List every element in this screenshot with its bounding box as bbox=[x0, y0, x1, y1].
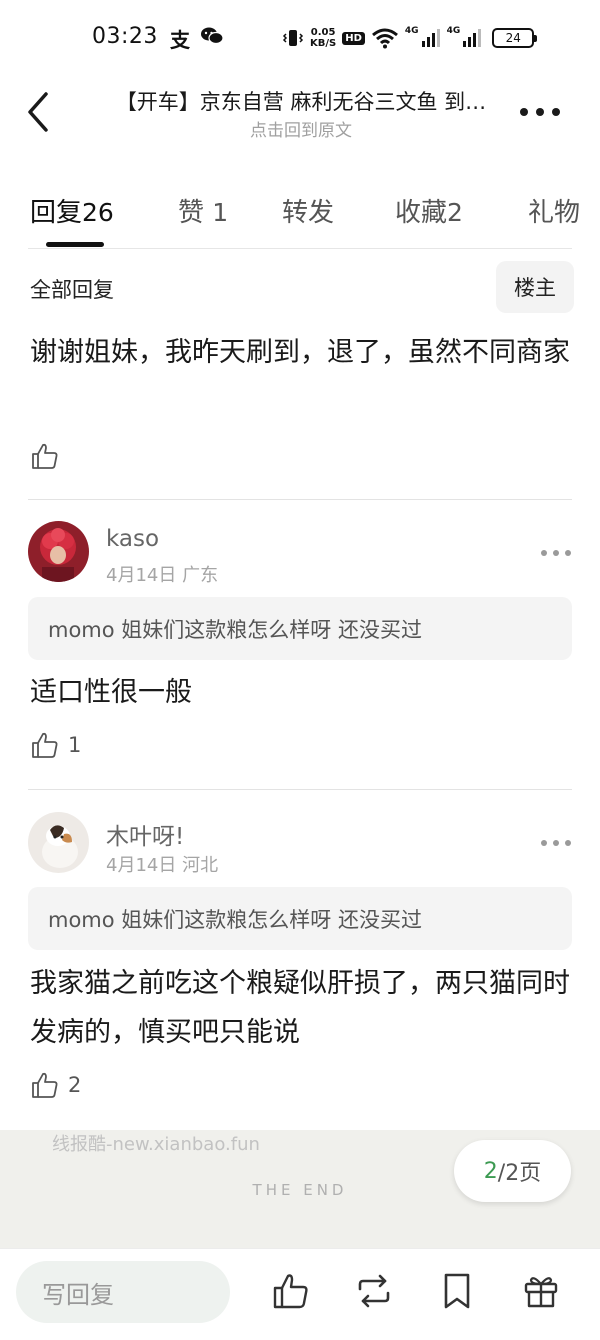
op-only-filter-button[interactable]: 楼主 bbox=[496, 261, 574, 313]
comment-divider bbox=[28, 789, 572, 790]
signal-type-2: 4G bbox=[446, 26, 461, 36]
username[interactable]: kaso bbox=[106, 526, 159, 552]
tab-label: 收藏 bbox=[395, 198, 448, 228]
end-of-list-section: 线报酷-new.xianbao.fun THE END 2/2页 bbox=[0, 1130, 600, 1248]
tab-label: 赞 bbox=[178, 198, 205, 228]
watermark-text: 线报酷-new.xianbao.fun bbox=[52, 1134, 260, 1155]
quoted-comment[interactable]: momo 姐妹们这款粮怎么样呀 还没买过 bbox=[28, 887, 572, 950]
comment-meta: 4月14日 河北 bbox=[106, 851, 218, 877]
comment-divider bbox=[28, 499, 572, 500]
comment-more-icon[interactable] bbox=[541, 837, 571, 849]
comment-more-icon[interactable] bbox=[541, 547, 571, 559]
back-arrow-icon[interactable] bbox=[22, 90, 58, 134]
page-indicator-button[interactable]: 2/2页 bbox=[454, 1140, 571, 1202]
page-current: 2 bbox=[483, 1158, 498, 1184]
network-speed-unit: KB/S bbox=[310, 38, 337, 49]
like-button[interactable]: 1 bbox=[30, 729, 81, 761]
tab-favorites[interactable]: 收藏2 bbox=[395, 192, 463, 229]
comment-location: 广东 bbox=[182, 565, 219, 586]
thumbs-up-icon[interactable] bbox=[271, 1271, 311, 1311]
like-count: 2 bbox=[68, 1073, 82, 1097]
hd-badge: HD bbox=[342, 31, 365, 45]
top-header: 【开车】京东自营 麻利无谷三文鱼 到… 点击回到原文 bbox=[0, 76, 600, 150]
tab-count: 26 bbox=[82, 198, 114, 227]
tab-label: 礼物 bbox=[528, 198, 581, 228]
network-speed: 0.05 KB/S bbox=[310, 27, 336, 49]
comment-date: 4月14日 bbox=[106, 565, 177, 586]
tab-label: 回复 bbox=[30, 198, 83, 228]
comment-meta: 4月14日 广东 bbox=[106, 561, 218, 587]
avatar[interactable] bbox=[28, 812, 89, 873]
avatar[interactable] bbox=[28, 521, 89, 582]
tab-gifts[interactable]: 礼物 bbox=[528, 192, 580, 229]
like-button[interactable]: 2 bbox=[30, 1069, 81, 1101]
quoted-comment[interactable]: momo 姐妹们这款粮怎么样呀 还没买过 bbox=[28, 597, 572, 660]
comment-text: 我家猫之前吃这个粮疑似肝损了，两只猫同时发病的，慎买吧只能说 bbox=[30, 968, 570, 1048]
comment-text: 适口性很一般 bbox=[30, 677, 192, 708]
page-total: /2页 bbox=[497, 1161, 542, 1186]
post-title[interactable]: 【开车】京东自营 麻利无谷三文鱼 到… bbox=[96, 86, 506, 116]
thumbs-up-icon bbox=[32, 1072, 58, 1098]
all-replies-label: 全部回复 bbox=[30, 278, 114, 302]
signal-bars-icon bbox=[421, 29, 440, 47]
like-button[interactable] bbox=[30, 440, 60, 472]
wechat-icon bbox=[201, 27, 224, 45]
tab-count: 1 bbox=[212, 198, 229, 227]
repost-icon[interactable] bbox=[354, 1271, 394, 1311]
status-time: 03:23 bbox=[92, 24, 158, 49]
gift-icon[interactable] bbox=[521, 1271, 561, 1311]
thumbs-up-icon bbox=[32, 443, 58, 469]
back-to-original-link[interactable]: 点击回到原文 bbox=[96, 116, 506, 141]
network-speed-value: 0.05 bbox=[310, 27, 336, 38]
thumbs-up-icon bbox=[32, 732, 58, 758]
vibrate-icon bbox=[282, 30, 304, 46]
tab-bar: 回复26 赞 1 转发 收藏2 礼物 bbox=[0, 180, 600, 250]
reply-input[interactable]: 写回复 bbox=[16, 1261, 230, 1323]
tab-label: 转发 bbox=[282, 198, 335, 228]
tab-likes[interactable]: 赞 1 bbox=[178, 192, 228, 229]
tab-count: 2 bbox=[447, 198, 463, 227]
alipay-icon: 支 bbox=[170, 28, 190, 52]
battery-indicator: 24 bbox=[492, 28, 538, 48]
username[interactable]: 木叶呀! bbox=[106, 817, 184, 851]
comment-date: 4月14日 bbox=[106, 855, 177, 876]
wifi-icon bbox=[371, 28, 398, 49]
tab-replies[interactable]: 回复26 bbox=[30, 192, 114, 229]
signal-type-1: 4G bbox=[404, 26, 419, 36]
like-count: 1 bbox=[68, 733, 82, 757]
status-bar: 03:23 支 0.05 KB/S HD 4G 4G 24 bbox=[0, 0, 600, 76]
status-indicators: 0.05 KB/S HD 4G 4G 24 bbox=[282, 22, 538, 54]
comment-text: 谢谢姐妹，我昨天刷到，退了，虽然不同商家 bbox=[30, 337, 570, 368]
signal-bars-icon bbox=[463, 29, 482, 47]
tab-reposts[interactable]: 转发 bbox=[282, 192, 334, 229]
comment-location: 河北 bbox=[182, 855, 219, 876]
active-tab-indicator bbox=[46, 242, 104, 247]
more-options-icon[interactable] bbox=[518, 100, 562, 124]
bookmark-icon[interactable] bbox=[437, 1271, 477, 1311]
bottom-action-bar: 写回复 bbox=[0, 1248, 600, 1340]
tabs-divider bbox=[28, 248, 572, 249]
